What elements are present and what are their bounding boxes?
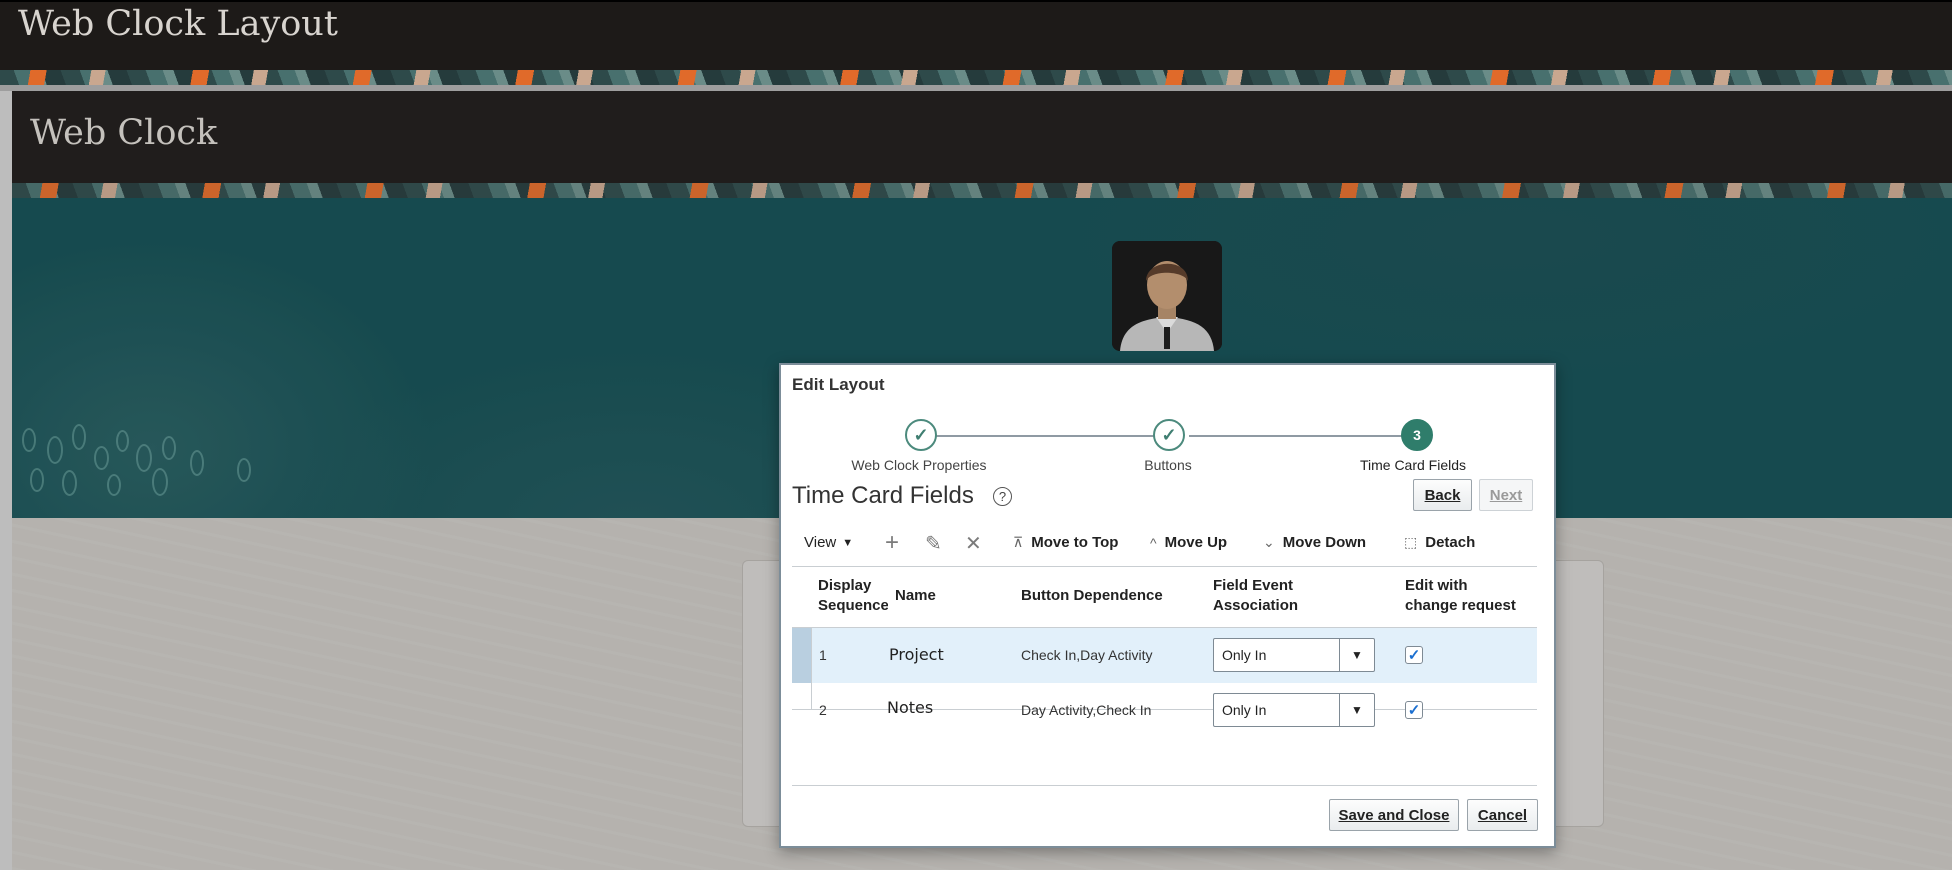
back-button[interactable]: Back [1413,479,1472,511]
table-row[interactable]: 1 Project Check In,Day Activity Only In … [792,628,1537,683]
train-step-web-clock-properties[interactable]: ✓ [905,419,937,451]
row-name: Project [889,645,944,664]
edit-layout-dialog: Edit Layout ✓ ✓ 3 Web Clock Properties B… [779,363,1556,848]
col-header-display-sequence[interactable]: Display Sequence [818,576,888,616]
column-divider [811,627,812,709]
decorative-banner [0,70,1952,85]
col-header-field-event-association[interactable]: Field Event Association [1213,576,1298,616]
row-button-dependence: Check In,Day Activity [1021,647,1153,663]
move-to-top-icon: ⊼ [1013,534,1024,550]
view-menu[interactable]: View ▼ [804,534,853,551]
train-label-time-card-fields[interactable]: Time Card Fields [1360,457,1466,473]
chevron-up-icon: ^ [1150,534,1157,551]
col-header-edit-with-change-request[interactable]: Edit with change request [1405,576,1516,616]
field-event-association-select[interactable]: Only In ▼ [1213,638,1375,672]
train-label-web-clock-properties[interactable]: Web Clock Properties [851,457,986,473]
row-sequence: 2 [819,702,827,718]
edit-with-change-request-checkbox[interactable]: ✓ [1405,701,1423,719]
field-event-association-select[interactable]: Only In ▼ [1213,693,1375,727]
check-icon: ✓ [913,424,929,445]
edit-with-change-request-checkbox[interactable]: ✓ [1405,646,1423,664]
col-header-name[interactable]: Name [895,586,936,606]
row-button-dependence: Day Activity,Check In [1021,702,1152,718]
cancel-button[interactable]: Cancel [1467,799,1538,831]
page-title: Web Clock Layout [18,4,338,44]
edit-icon[interactable]: ✎ [925,531,942,556]
chevron-down-icon[interactable]: ▼ [1339,694,1374,726]
time-card-fields-table: Display Sequence Name Button Dependence … [792,566,1537,727]
table-header: Display Sequence Name Button Dependence … [792,567,1537,628]
move-down-button[interactable]: ⌄ Move Down [1263,534,1366,551]
train-step-buttons[interactable]: ✓ [1153,419,1185,451]
chevron-down-icon: ⌄ [1263,534,1275,550]
train-step-time-card-fields[interactable]: 3 [1401,419,1433,451]
detach-button[interactable]: ⬚ Detach [1404,534,1475,551]
dialog-title: Edit Layout [792,375,885,394]
table-row[interactable]: 2 Notes Day Activity,Check In Only In ▼ … [792,684,1537,739]
section-title: Time Card Fields [792,482,974,509]
check-icon: ✓ [1407,647,1421,664]
train-label-buttons[interactable]: Buttons [1144,457,1191,473]
train-connector [1189,435,1422,437]
train-connector [925,435,1163,437]
col-header-button-dependence[interactable]: Button Dependence [1021,586,1163,606]
row-selector[interactable] [792,628,811,683]
help-icon[interactable]: ? [993,487,1012,506]
next-button[interactable]: Next [1479,479,1533,511]
check-icon: ✓ [1407,702,1421,719]
table-toolbar: View ▼ + ✎ ✕ ⊼ Move to Top ^ Move Up ⌄ M… [792,529,1542,560]
delete-icon[interactable]: ✕ [965,531,982,556]
add-icon[interactable]: + [885,529,899,557]
chevron-down-icon: ▼ [842,536,854,549]
outer-title-bar: Web Clock Layout [0,0,1952,72]
detach-icon: ⬚ [1404,534,1418,550]
row-name: Notes [887,698,934,717]
move-to-top-button[interactable]: ⊼ Move to Top [1013,534,1118,551]
save-and-close-button[interactable]: Save and Close [1329,799,1459,831]
chevron-down-icon[interactable]: ▼ [1339,639,1374,671]
check-icon: ✓ [1161,424,1177,445]
divider [792,785,1537,786]
row-sequence: 1 [819,647,827,663]
move-up-button[interactable]: ^ Move Up [1150,534,1227,551]
